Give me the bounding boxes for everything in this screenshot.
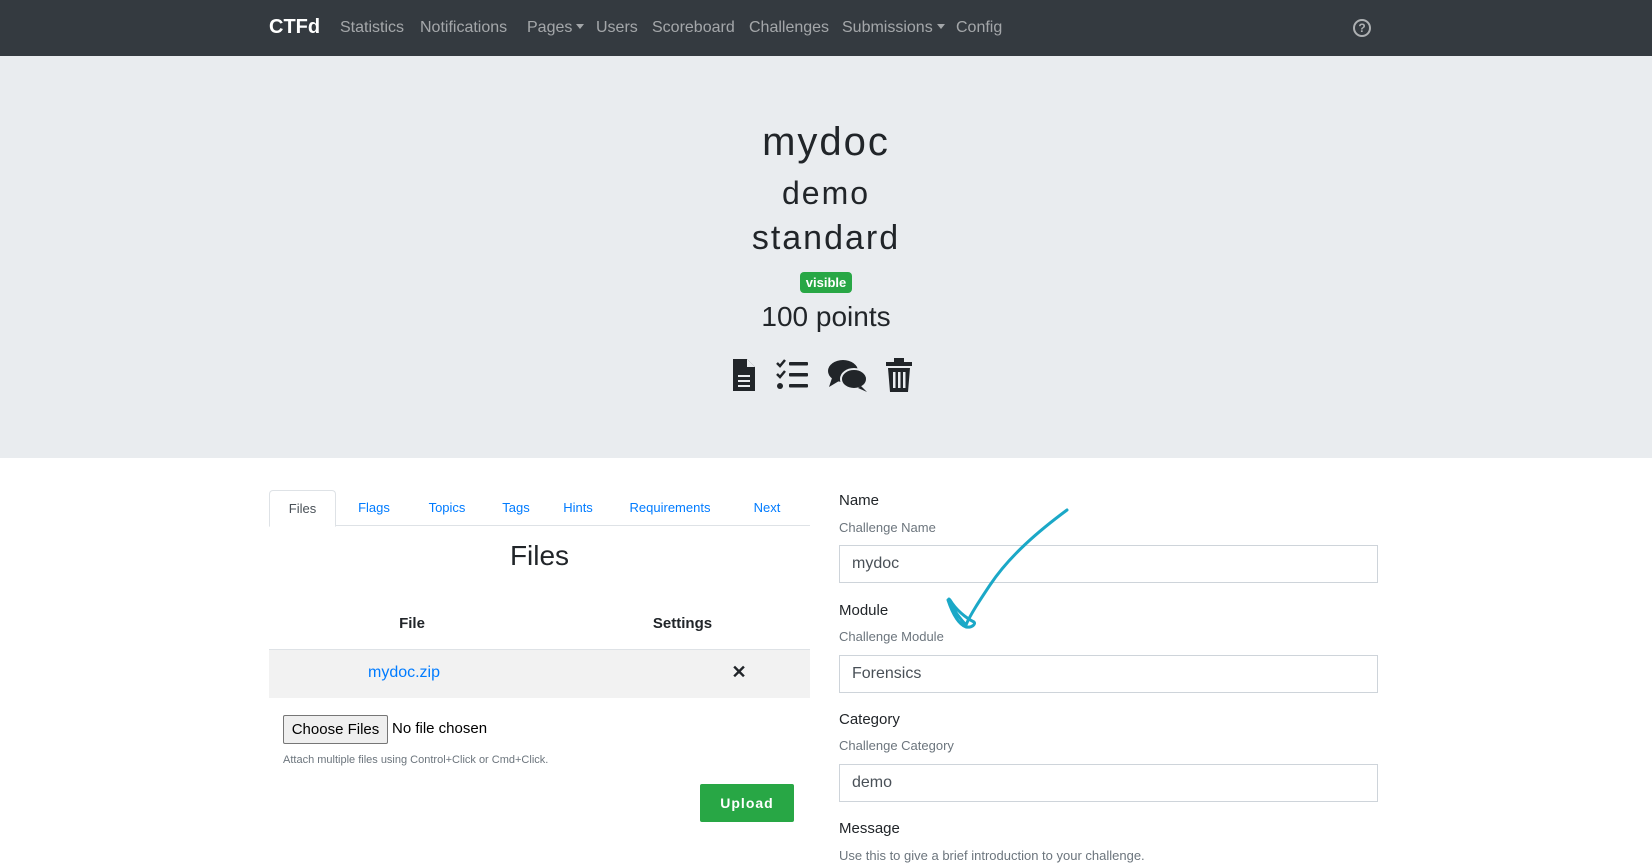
name-label: Name	[839, 492, 880, 509]
nav-scoreboard[interactable]: Scoreboard	[652, 19, 735, 37]
challenge-points: 100 points	[761, 301, 891, 332]
nav-users[interactable]: Users	[596, 19, 638, 37]
badge-wrapper: visible	[0, 272, 1652, 293]
delete-file-icon[interactable]: ✕	[669, 662, 809, 683]
no-file-text: No file chosen	[392, 720, 488, 737]
name-help: Challenge Name	[839, 520, 936, 535]
nav-statistics[interactable]: Statistics	[340, 19, 404, 37]
nav-config[interactable]: Config	[956, 19, 1002, 37]
trash-icon[interactable]	[885, 356, 913, 394]
challenge-category: demo	[781, 175, 871, 211]
question-circle-icon[interactable]: ?	[1353, 19, 1371, 37]
nav-pages-label: Pages	[527, 19, 573, 36]
file-icon[interactable]	[731, 356, 757, 394]
nav-challenges[interactable]: Challenges	[749, 19, 829, 37]
tab-hints[interactable]: Hints	[552, 490, 604, 526]
files-title: Files	[509, 540, 570, 571]
column-header-file: File	[399, 615, 425, 632]
chevron-down-icon	[576, 24, 585, 29]
nav-submissions-label: Submissions	[842, 19, 933, 36]
module-field[interactable]: Forensics	[839, 655, 1378, 693]
challenge-tabs: Files Flags Topics Tags Hints Requiremen…	[269, 490, 810, 527]
nav-submissions[interactable]: Submissions	[842, 19, 945, 37]
category-help: Challenge Category	[839, 738, 954, 753]
column-header-settings: Settings	[652, 615, 713, 632]
top-navbar: CTFd Statistics Notifications Pages User…	[0, 0, 1652, 56]
category-field[interactable]: demo	[839, 764, 1378, 802]
chevron-down-icon	[936, 24, 945, 29]
checklist-icon[interactable]	[775, 356, 809, 394]
tab-files[interactable]: Files	[269, 490, 336, 527]
upload-button[interactable]: Upload	[700, 784, 794, 822]
choose-files-button[interactable]: Choose Files	[283, 715, 388, 744]
comments-icon[interactable]	[827, 356, 869, 394]
module-help: Challenge Module	[839, 629, 944, 644]
name-field[interactable]: mydoc	[839, 545, 1378, 583]
nav-pages[interactable]: Pages	[527, 19, 585, 37]
tab-flags[interactable]: Flags	[344, 490, 404, 526]
category-label: Category	[839, 711, 900, 728]
nav-notifications[interactable]: Notifications	[420, 19, 507, 37]
tab-tags[interactable]: Tags	[491, 490, 541, 526]
challenge-name: mydoc	[762, 120, 890, 164]
tab-topics[interactable]: Topics	[413, 490, 481, 526]
challenge-header: mydoc demo standard visible 100 points	[0, 56, 1652, 458]
attach-help-text: Attach multiple files using Control+Clic…	[283, 754, 549, 766]
module-label: Module	[839, 602, 889, 619]
challenge-actions	[728, 356, 928, 396]
status-badge: visible	[799, 272, 853, 293]
message-label: Message	[839, 820, 900, 837]
tab-requirements[interactable]: Requirements	[615, 490, 725, 526]
brand-logo[interactable]: CTFd	[269, 16, 320, 39]
message-help: Use this to give a brief introduction to…	[839, 848, 1145, 863]
tab-next[interactable]: Next	[737, 490, 797, 526]
challenge-type: standard	[751, 219, 901, 257]
file-link[interactable]: mydoc.zip	[269, 664, 539, 682]
table-row: mydoc.zip ✕	[269, 650, 810, 698]
annotation-arrow-icon	[946, 508, 1069, 629]
